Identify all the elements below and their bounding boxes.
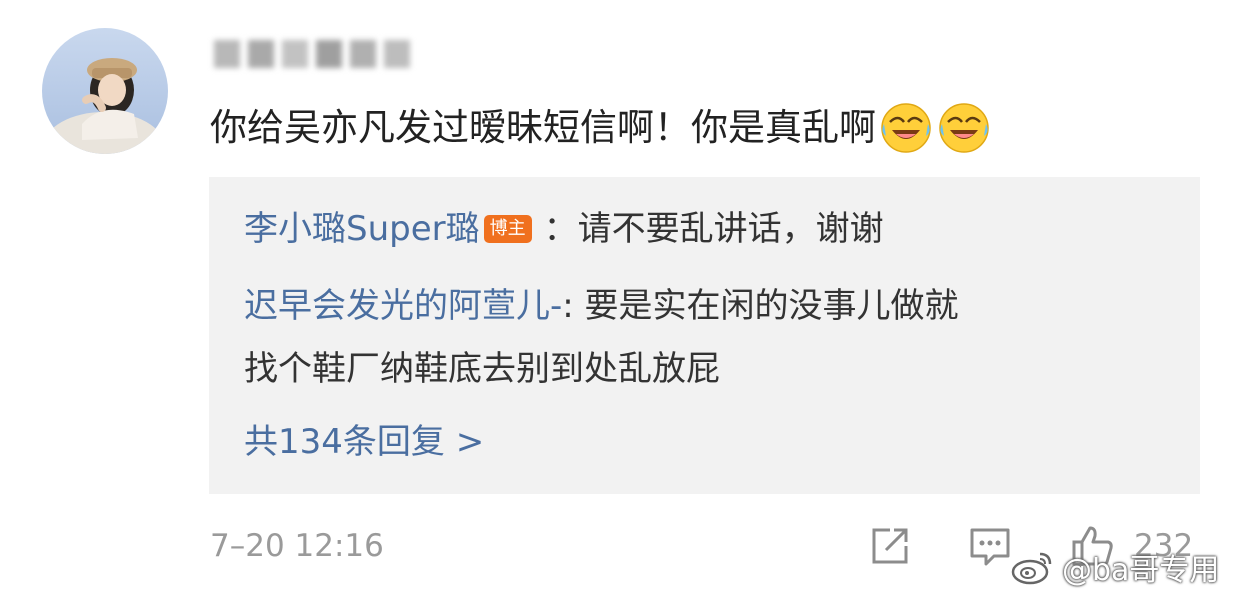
- username[interactable]: [212, 34, 422, 74]
- avatar[interactable]: [42, 28, 168, 154]
- reply-author-link[interactable]: 李小璐Super璐: [244, 201, 480, 257]
- weibo-logo-icon: [1011, 552, 1052, 585]
- reply-author-link[interactable]: 迟早会发光的阿萱儿-: [244, 286, 562, 326]
- watermark: @ba哥专用: [1010, 544, 1219, 590]
- timestamp: 7–20 12:16: [210, 528, 384, 564]
- comment-icon[interactable]: [966, 522, 1014, 570]
- reply-separator: :: [562, 286, 574, 326]
- comment-body: 你给吴亦凡发过暧昧短信啊！你是真乱啊: [210, 98, 992, 158]
- reply-text-continued: 找个鞋厂纳鞋底去别到处乱放屁: [244, 349, 720, 389]
- comment-text: 你给吴亦凡发过暧昧短信啊！你是真乱啊: [210, 106, 876, 149]
- laugh-cry-emoji: [936, 100, 992, 156]
- reply-separator: ：: [543, 209, 578, 249]
- author-badge: 博主: [483, 215, 532, 243]
- watermark-text: @ba哥专用: [1062, 553, 1220, 588]
- reply-item: 迟早会发光的阿萱儿-: 要是实在闲的没事儿做就: [244, 278, 959, 334]
- reply-text: 要是实在闲的没事儿做就: [573, 286, 959, 326]
- view-all-replies-link[interactable]: 共134条回复 >: [244, 414, 484, 470]
- laugh-cry-emoji: [878, 100, 934, 156]
- reply-text: 请不要乱讲话，谢谢: [577, 209, 884, 249]
- reply-item: 李小璐Super璐 博主 ： 请不要乱讲话，谢谢: [244, 201, 884, 257]
- reply-box: 李小璐Super璐 博主 ： 请不要乱讲话，谢谢 迟早会发光的阿萱儿-: 要是实…: [209, 177, 1200, 494]
- share-icon[interactable]: [866, 522, 914, 570]
